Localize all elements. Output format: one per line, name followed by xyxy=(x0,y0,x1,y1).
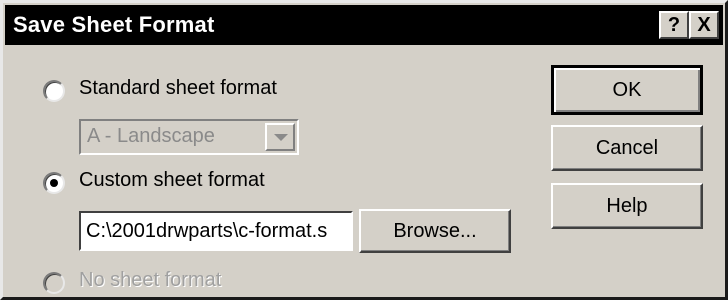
browse-button[interactable]: Browse... xyxy=(359,209,511,253)
radio-custom-indicator[interactable] xyxy=(43,172,65,194)
radio-custom-label: Custom sheet format xyxy=(79,169,265,191)
cancel-button[interactable]: Cancel xyxy=(551,125,703,171)
standard-format-select-value: A - Landscape xyxy=(87,125,215,147)
save-sheet-format-dialog: Save Sheet Format ? X Standard sheet for… xyxy=(0,0,728,300)
dialog-title: Save Sheet Format xyxy=(13,12,215,37)
standard-format-select: A - Landscape xyxy=(79,119,299,155)
custom-format-path-input[interactable]: C:\2001drwparts\c-format.s xyxy=(79,211,353,251)
radio-standard-label: Standard sheet format xyxy=(79,77,277,99)
chevron-down-icon xyxy=(265,123,295,151)
ok-button[interactable]: OK xyxy=(551,65,703,115)
radio-none-indicator xyxy=(43,272,65,294)
radio-none-label: No sheet format xyxy=(79,269,222,291)
close-icon[interactable]: X xyxy=(689,11,719,39)
radio-standard-indicator[interactable] xyxy=(43,80,65,102)
title-bar[interactable]: Save Sheet Format ? X xyxy=(5,5,723,45)
help-button[interactable]: Help xyxy=(551,183,703,229)
help-icon[interactable]: ? xyxy=(659,11,689,39)
